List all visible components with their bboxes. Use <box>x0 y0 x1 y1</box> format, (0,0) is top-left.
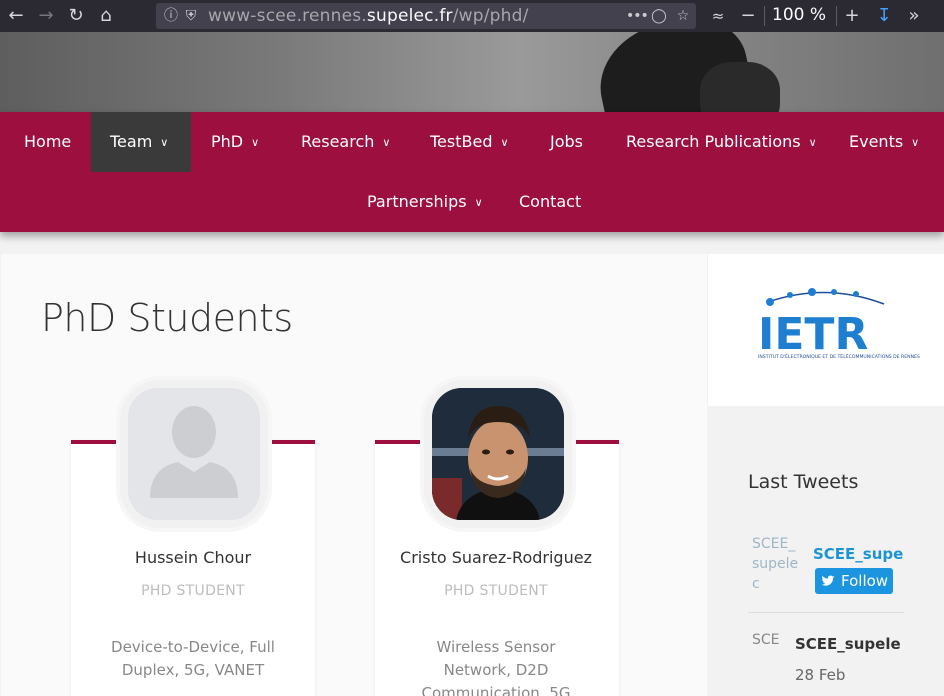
nav-events[interactable]: Events ∨ <box>830 112 938 172</box>
chevron-down-icon: ∨ <box>808 136 817 149</box>
nav-label: Contact <box>519 192 582 211</box>
nav-label: Jobs <box>550 132 583 151</box>
nav-partnerships[interactable]: Partnerships ∨ <box>348 172 502 232</box>
person-silhouette-icon <box>128 388 260 520</box>
student-topics: Device-to-Device, Full Duplex, 5G, VANET <box>111 638 275 679</box>
pocket-icon[interactable]: ◯ <box>650 6 668 26</box>
ietr-logo-text: IETR <box>758 309 868 360</box>
nav-label: PhD <box>211 132 244 151</box>
separator <box>836 6 837 26</box>
nav-label: Partnerships <box>367 192 467 211</box>
nav-research[interactable]: Research ∨ <box>282 112 409 172</box>
url-prefix: www-scee.rennes. <box>208 6 367 26</box>
ietr-logo-box: IETR INSTITUT D'ÉLECTRONIQUE ET DE TÉLÉC… <box>708 254 944 406</box>
follow-button[interactable]: Follow <box>815 568 893 594</box>
home-icon[interactable]: ⌂ <box>94 4 118 28</box>
main-nav: Home Team ∨ PhD ∨ Research ∨ TestBed ∨ Jobs … <box>0 112 944 232</box>
page-title: PhD Students <box>41 296 293 340</box>
zoom-out-icon[interactable]: − <box>736 4 760 28</box>
zoom-in-icon[interactable]: + <box>840 4 864 28</box>
tweet-divider <box>748 612 904 613</box>
tweet-date[interactable]: 28 Feb <box>795 666 845 684</box>
hero-figure-shadow <box>700 62 780 112</box>
tweet-author[interactable]: SCEE_supele <box>795 635 904 653</box>
student-name[interactable]: Cristo Suarez-Rodriguez <box>374 548 618 567</box>
avatar-placeholder-icon[interactable] <box>128 388 260 520</box>
forward-icon[interactable]: → <box>34 4 58 28</box>
tweet-avatar-alt-text[interactable]: SCE <box>752 630 792 650</box>
bookmark-star-icon[interactable]: ☆ <box>674 6 692 26</box>
nav-label: Home <box>24 132 72 151</box>
url-text[interactable]: www-scee.rennes.supelec.fr/wp/phd/ <box>208 6 529 26</box>
browser-toolbar: ← → ↻ ⌂ ⓘ ⛨ www-scee.rennes.supelec.fr/w… <box>0 0 944 32</box>
avatar-frame <box>424 380 572 528</box>
follow-label: Follow <box>841 572 889 590</box>
tweet-avatar-alt-text[interactable]: SCEE_supelec <box>752 534 802 594</box>
hero-banner <box>0 32 944 112</box>
last-tweets-heading: Last Tweets <box>748 471 859 493</box>
url-domain: supelec.fr <box>366 6 453 26</box>
tweet-avatar-alt: SCEE_supelec <box>752 536 799 592</box>
more-icon[interactable]: ••• <box>626 6 649 26</box>
url-path: /wp/phd/ <box>452 6 529 26</box>
chevron-down-icon: ∨ <box>251 136 260 149</box>
twitter-bird-icon <box>821 575 835 586</box>
tweet-author[interactable]: SCEE_supel <box>813 545 903 563</box>
student-role: PHD STUDENT <box>141 583 245 599</box>
nav-contact[interactable]: Contact <box>500 172 600 232</box>
info-icon[interactable]: ⓘ <box>162 6 180 26</box>
nav-label: Team <box>110 132 153 151</box>
download-icon[interactable]: ↧ <box>872 4 896 28</box>
shield-icon[interactable]: ⛨ <box>182 6 200 26</box>
nav-phd[interactable]: PhD ∨ <box>192 112 278 172</box>
nav-research-publications[interactable]: Research Publications ∨ <box>607 112 836 172</box>
rss-icon[interactable]: ≈ <box>706 4 730 28</box>
reload-icon[interactable]: ↻ <box>64 4 88 28</box>
nav-label: Research <box>301 132 375 151</box>
back-icon[interactable]: ← <box>4 4 28 28</box>
nav-label: Events <box>849 132 904 151</box>
nav-label: Research Publications <box>626 132 801 151</box>
url-bar[interactable]: ⓘ ⛨ www-scee.rennes.supelec.fr/wp/phd/ •… <box>156 3 696 29</box>
chevron-down-icon: ∨ <box>160 136 169 149</box>
overflow-chevron-icon[interactable]: » <box>902 4 926 28</box>
avatar-frame <box>120 380 268 528</box>
chevron-down-icon: ∨ <box>474 196 483 209</box>
student-topics: Wireless Sensor Network, D2D Communicati… <box>421 638 571 696</box>
avatar-photo[interactable] <box>432 388 564 520</box>
student-photo <box>432 388 564 520</box>
nav-testbed[interactable]: TestBed ∨ <box>411 112 528 172</box>
zoom-level[interactable]: 100 % <box>772 5 826 25</box>
student-role: PHD STUDENT <box>444 583 548 599</box>
nav-label: TestBed <box>430 132 493 151</box>
student-name[interactable]: Hussein Chour <box>71 548 315 567</box>
chevron-down-icon: ∨ <box>911 136 920 149</box>
chevron-down-icon: ∨ <box>382 136 391 149</box>
nav-home[interactable]: Home <box>5 112 90 172</box>
separator <box>764 6 765 26</box>
nav-jobs[interactable]: Jobs <box>531 112 602 172</box>
ietr-logo[interactable]: IETR INSTITUT D'ÉLECTRONIQUE ET DE TÉLÉC… <box>708 254 944 406</box>
chevron-down-icon: ∨ <box>500 136 509 149</box>
nav-team[interactable]: Team ∨ <box>91 112 191 172</box>
tweet-avatar-alt: SCE <box>752 632 780 648</box>
